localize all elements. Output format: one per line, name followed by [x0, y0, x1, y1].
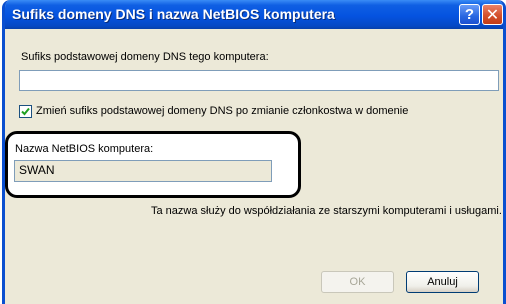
dns-suffix-input[interactable] — [19, 70, 499, 91]
dialog-title: Sufiks domeny DNS i nazwa NetBIOS komput… — [12, 6, 335, 22]
netbios-note: Ta nazwa służy do współdziałania ze star… — [151, 205, 502, 217]
change-suffix-label: Zmień sufiks podstawowej domeny DNS po z… — [36, 105, 409, 117]
title-bar[interactable]: Sufiks domeny DNS i nazwa NetBIOS komput… — [5, 0, 503, 29]
close-button[interactable]: ✕ — [482, 4, 503, 25]
dns-suffix-label: Sufiks podstawowej domeny DNS tego kompu… — [21, 51, 269, 63]
help-icon: ? — [464, 6, 475, 23]
change-suffix-checkbox[interactable] — [19, 105, 32, 118]
help-button[interactable]: ? — [459, 4, 480, 25]
netbios-label: Nazwa NetBIOS komputera: — [15, 143, 154, 155]
checkmark-icon — [21, 107, 30, 116]
ok-button[interactable]: OK — [321, 271, 394, 293]
cancel-button[interactable]: Anuluj — [406, 271, 479, 293]
close-icon: ✕ — [485, 5, 500, 24]
netbios-name-field[interactable]: SWAN — [14, 160, 272, 182]
netbios-highlight-callout: Nazwa NetBIOS komputera: SWAN — [5, 131, 301, 198]
